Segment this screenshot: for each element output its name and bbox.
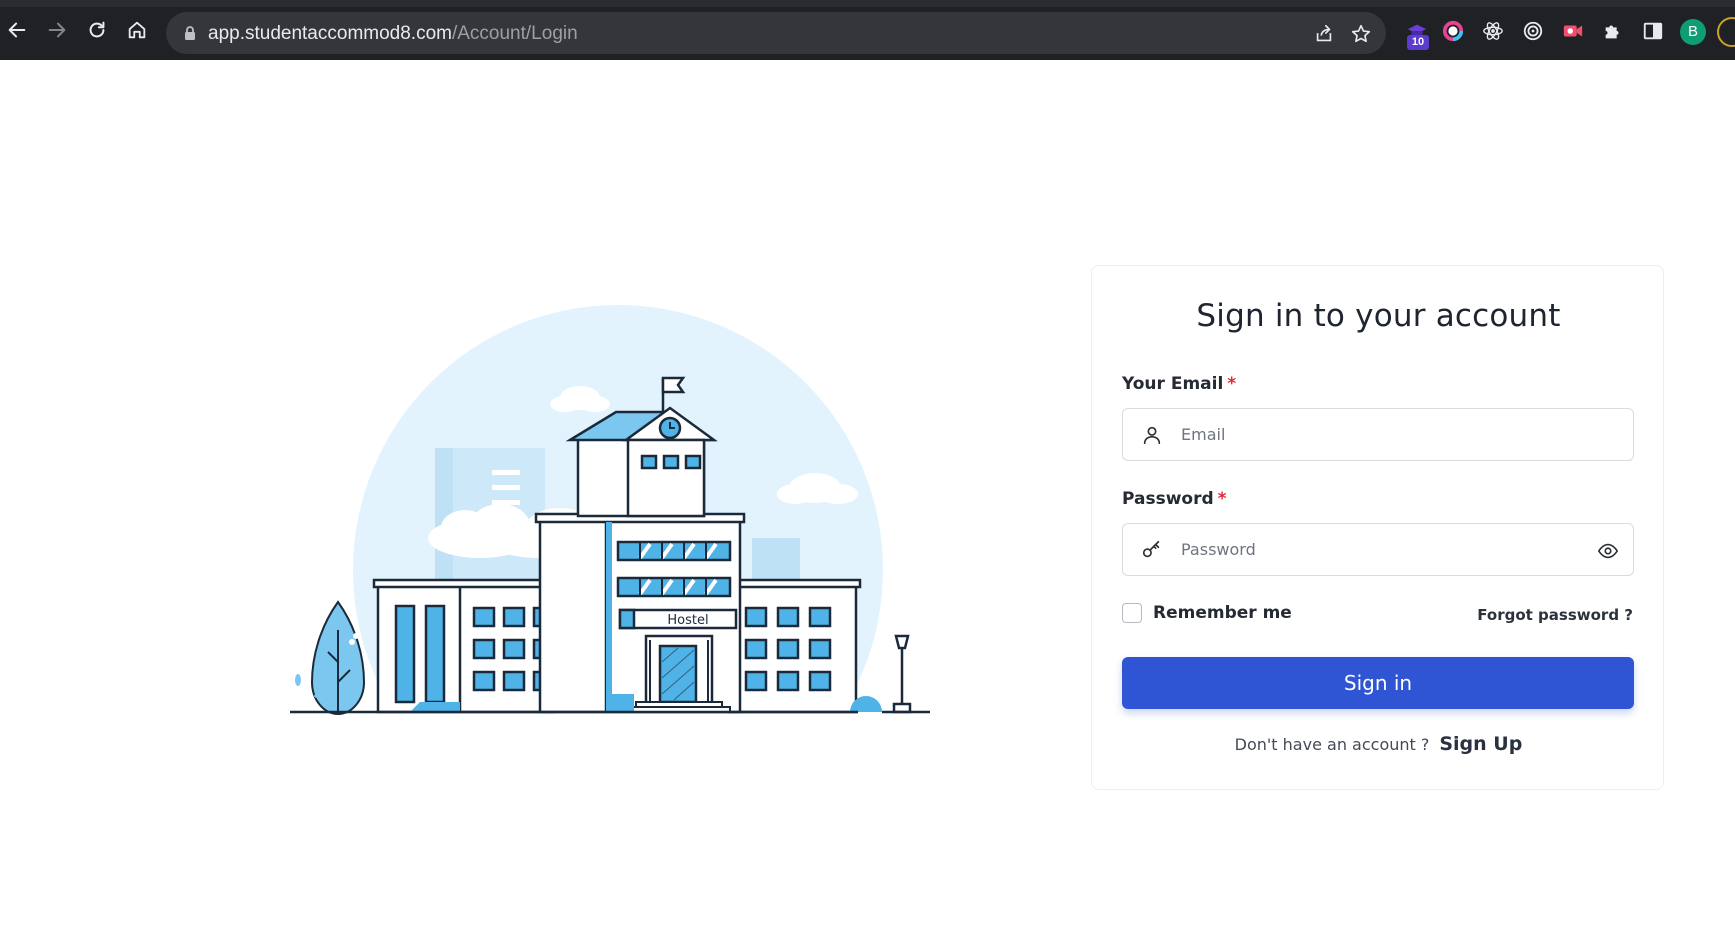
side-panel-button[interactable] bbox=[1642, 20, 1664, 42]
home-icon bbox=[128, 21, 146, 39]
target-icon bbox=[1523, 21, 1543, 41]
login-card: Sign in to your account Your Email* Pass… bbox=[1091, 265, 1664, 790]
url-host: app.studentaccommod8.com bbox=[208, 23, 452, 44]
email-input[interactable] bbox=[1181, 409, 1581, 460]
extension-react-icon[interactable] bbox=[1482, 20, 1504, 42]
side-panel-icon bbox=[1643, 22, 1663, 40]
signup-question: Don't have an account ? bbox=[1234, 735, 1430, 754]
email-label: Your Email * bbox=[1122, 374, 1236, 394]
hostel-sign-text: Hostel bbox=[667, 613, 708, 628]
remember-me[interactable]: Remember me bbox=[1122, 603, 1292, 623]
password-label-text: Password bbox=[1122, 489, 1214, 509]
profile-avatar[interactable]: B bbox=[1680, 19, 1706, 45]
tab-strip-edge bbox=[0, 0, 1735, 7]
remember-me-checkbox[interactable] bbox=[1122, 603, 1142, 623]
browser-toolbar: app.studentaccommod8.com/Account/Login 1… bbox=[0, 0, 1735, 60]
extension-target-icon[interactable] bbox=[1522, 20, 1544, 42]
password-field[interactable] bbox=[1122, 523, 1634, 576]
arrow-right-icon bbox=[48, 22, 66, 38]
required-marker: * bbox=[1217, 489, 1227, 509]
reload-button[interactable] bbox=[84, 17, 110, 43]
email-field[interactable] bbox=[1122, 408, 1634, 461]
key-icon bbox=[1142, 540, 1160, 558]
password-input[interactable] bbox=[1181, 524, 1581, 575]
password-label: Password * bbox=[1122, 489, 1227, 509]
page-title: Sign in to your account bbox=[1196, 298, 1561, 334]
hostel-building-image: Hostel bbox=[290, 305, 950, 835]
extension-recorder-icon[interactable] bbox=[1562, 20, 1584, 42]
url-text: app.studentaccommod8.com/Account/Login bbox=[208, 23, 578, 45]
remember-me-label[interactable]: Remember me bbox=[1153, 603, 1292, 623]
url-path: /Account/Login bbox=[451, 23, 578, 44]
signup-prompt: Don't have an account ? Sign Up bbox=[1092, 733, 1665, 755]
forward-button[interactable] bbox=[44, 17, 70, 43]
lock-icon bbox=[185, 26, 195, 40]
profile-menu-button[interactable] bbox=[1717, 17, 1735, 47]
arrow-left-icon bbox=[8, 22, 26, 38]
forgot-password-link[interactable]: Forgot password ? bbox=[1477, 606, 1633, 624]
user-icon bbox=[1143, 426, 1161, 445]
home-button[interactable] bbox=[124, 17, 150, 43]
sign-up-link[interactable]: Sign Up bbox=[1439, 733, 1522, 755]
address-bar[interactable]: app.studentaccommod8.com/Account/Login bbox=[166, 12, 1386, 54]
sign-in-button[interactable]: Sign in bbox=[1122, 657, 1634, 709]
back-button[interactable] bbox=[4, 17, 30, 43]
eye-icon[interactable] bbox=[1597, 540, 1619, 562]
reload-icon bbox=[89, 21, 105, 38]
puzzle-icon bbox=[1605, 25, 1619, 39]
star-icon[interactable] bbox=[1350, 23, 1372, 45]
share-icon[interactable] bbox=[1313, 23, 1335, 45]
extension-color-icon[interactable] bbox=[1442, 20, 1464, 42]
color-ring-icon bbox=[1442, 20, 1464, 42]
atom-icon bbox=[1483, 22, 1503, 40]
video-record-icon bbox=[1563, 25, 1583, 37]
extensions-menu-button[interactable] bbox=[1602, 20, 1624, 42]
email-label-text: Your Email bbox=[1122, 374, 1224, 394]
required-marker: * bbox=[1227, 374, 1237, 394]
hostel-illustration: Hostel bbox=[290, 290, 950, 835]
extension-badge: 10 bbox=[1407, 35, 1429, 50]
